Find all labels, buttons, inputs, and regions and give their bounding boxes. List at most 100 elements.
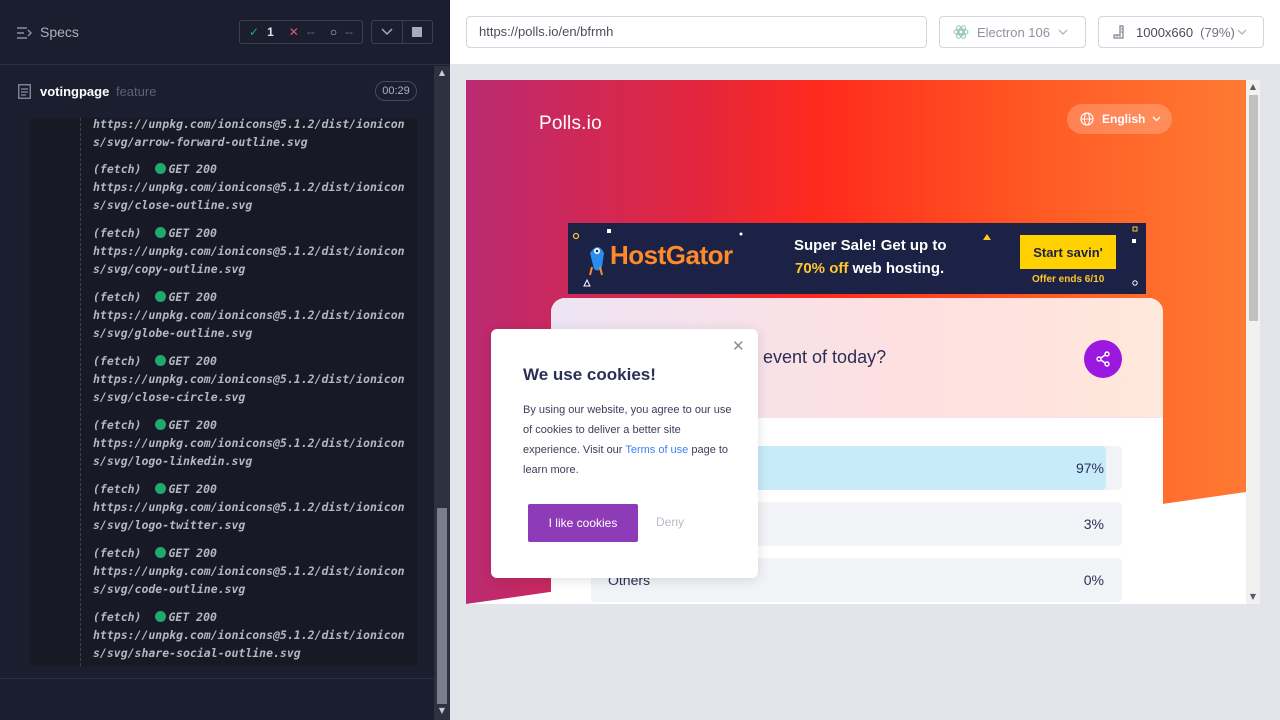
chevron-down-button[interactable]	[372, 21, 402, 43]
log-entry[interactable]: (fetch) GET 200 https://unpkg.com/ionicons…	[93, 160, 417, 214]
log-header: (fetch) GET 200	[93, 608, 417, 626]
viewport-selector[interactable]: 1000x660 (79%)	[1098, 16, 1264, 48]
log-url-line1: https://unpkg.com/ionicons@5.1.2/dist/io…	[93, 436, 405, 450]
poll-option-percent: 3%	[1083, 516, 1104, 532]
scroll-up-icon[interactable]: ▲	[436, 68, 448, 78]
status-dot-icon	[155, 611, 167, 622]
share-icon	[1096, 351, 1110, 367]
log-header: (fetch) GET 200	[93, 416, 417, 434]
log-entry[interactable]: (fetch) GET 200 https://unpkg.com/ionicons…	[93, 288, 417, 342]
ad-offer-ends: Offer ends 6/10	[1032, 274, 1105, 285]
poll-option-percent: 0%	[1083, 572, 1104, 588]
failed-count: --	[306, 25, 315, 39]
runner-footer-divider	[0, 678, 434, 679]
accept-cookies-button[interactable]: I like cookies	[528, 504, 638, 542]
ad-banner[interactable]: HostGator Super Sale! Get up to 70% off …	[568, 223, 1146, 294]
log-entry[interactable]: (fetch) GET 200 https://unpkg.com/ionicons…	[93, 224, 417, 278]
log-url-line2: s/svg/logo-twitter.svg	[93, 518, 246, 532]
log-header: (fetch) GET 200	[93, 224, 417, 242]
command-log[interactable]: https://unpkg.com/ionicons@5.1.2/dist/io…	[30, 118, 417, 666]
log-url-line2: s/svg/code-outline.svg	[93, 582, 246, 596]
log-status: GET 200	[168, 226, 217, 240]
site-logo[interactable]: Polls.io	[539, 113, 602, 135]
log-url-line2: s/svg/close-outline.svg	[93, 198, 253, 212]
runner-panel: Specs ✓ 1 ✕ -- ○ -- votingpage feature 0…	[0, 0, 450, 720]
app-scroll-up-icon[interactable]: ▲	[1247, 82, 1259, 92]
status-dot-icon	[155, 227, 167, 238]
log-entry[interactable]: (fetch) GET 200 https://unpkg.com/ionicons…	[93, 544, 417, 598]
scroll-down-icon[interactable]: ▼	[436, 706, 448, 716]
log-url-line1: https://unpkg.com/ionicons@5.1.2/dist/io…	[93, 564, 405, 578]
runner-controls	[371, 20, 433, 44]
globe-icon	[1080, 112, 1094, 126]
specs-label[interactable]: Specs	[40, 24, 79, 40]
log-status: GET 200	[168, 354, 217, 368]
log-url-line1: https://unpkg.com/ionicons@5.1.2/dist/io…	[93, 118, 405, 131]
failed-stat: ✕ --	[289, 25, 315, 39]
spec-row[interactable]: votingpage feature 00:29	[0, 66, 434, 120]
specs-list-icon[interactable]	[16, 25, 32, 41]
poll-option-percent: 97%	[1075, 460, 1104, 476]
log-url-line2: s/svg/arrow-forward-outline.svg	[93, 135, 308, 149]
chevron-down-icon	[1152, 116, 1161, 122]
status-dot-icon	[155, 419, 167, 430]
terms-of-use-link[interactable]: Terms of use	[625, 444, 688, 456]
poll-question: ite event of today?	[739, 347, 887, 367]
log-entry[interactable]: (fetch) GET 200 https://unpkg.com/ionicons…	[93, 416, 417, 470]
log-prefix: (fetch)	[93, 226, 142, 240]
duration-badge: 00:29	[375, 81, 417, 101]
viewport-zoom: (79%)	[1200, 24, 1235, 40]
log-entry[interactable]: (fetch) GET 200 https://unpkg.com/ionicons…	[93, 480, 417, 534]
log-entry-continuation[interactable]: https://unpkg.com/ionicons@5.1.2/dist/io…	[93, 118, 417, 151]
ad-cta-button[interactable]: Start savin'	[1020, 235, 1116, 269]
log-scrollbar-thumb[interactable]	[437, 508, 447, 704]
app-scrollbar-thumb[interactable]	[1249, 95, 1258, 321]
log-header: (fetch) GET 200	[93, 352, 417, 370]
log-status: GET 200	[168, 610, 217, 624]
log-prefix: (fetch)	[93, 546, 142, 560]
log-prefix: (fetch)	[93, 418, 142, 432]
url-bar[interactable]: https://polls.io/en/bfrmh	[466, 16, 927, 48]
spec-tag: feature	[115, 84, 157, 99]
cookie-dialog: ✕ We use cookies! By using our website, …	[491, 329, 758, 578]
deny-cookies-button[interactable]: Deny	[656, 515, 684, 529]
log-header: (fetch) GET 200	[93, 288, 417, 306]
viewport-size: 1000x660	[1136, 24, 1194, 40]
log-guide-line	[80, 118, 81, 666]
ad-logo: HostGator	[610, 240, 733, 270]
log-header: (fetch) GET 200	[93, 544, 417, 562]
status-dot-icon	[155, 547, 167, 558]
spec-name: votingpage feature	[40, 84, 156, 99]
log-url-line1: https://unpkg.com/ionicons@5.1.2/dist/io…	[93, 628, 405, 642]
ruler-icon	[1113, 25, 1124, 39]
runner-header: Specs ✓ 1 ✕ -- ○ --	[0, 0, 450, 65]
check-icon: ✓	[249, 25, 260, 39]
passed-count: 1	[267, 25, 274, 39]
log-status: GET 200	[168, 418, 217, 432]
language-selector[interactable]: English	[1067, 104, 1172, 134]
status-dot-icon	[155, 355, 167, 366]
pending-stat: ○ --	[330, 25, 353, 39]
run-stats: ✓ 1 ✕ -- ○ --	[239, 20, 363, 44]
aut-header: https://polls.io/en/bfrmh Electron 106 1…	[450, 0, 1280, 64]
status-dot-icon	[155, 163, 167, 174]
status-dot-icon	[155, 483, 167, 494]
log-header: (fetch) GET 200	[93, 160, 417, 178]
app-scroll-down-icon[interactable]: ▼	[1247, 592, 1259, 602]
share-button[interactable]	[1084, 340, 1122, 378]
chevron-down-icon	[1237, 29, 1247, 35]
log-url-line2: s/svg/close-circle.svg	[93, 390, 246, 404]
log-entry[interactable]: (fetch) GET 200 https://unpkg.com/ionicons…	[93, 352, 417, 406]
log-entry[interactable]: (fetch) GET 200 https://unpkg.com/ionicons…	[93, 608, 417, 662]
electron-icon	[953, 25, 969, 39]
browser-selector[interactable]: Electron 106	[939, 16, 1086, 48]
log-prefix: (fetch)	[93, 482, 142, 496]
language-label: English	[1102, 112, 1146, 126]
ad-subline-rest: web hosting.	[848, 260, 945, 277]
close-icon[interactable]: ✕	[732, 337, 745, 355]
chevron-down-icon	[381, 28, 393, 36]
stop-button[interactable]	[401, 21, 432, 43]
log-status: GET 200	[168, 546, 217, 560]
cookie-title: We use cookies!	[523, 365, 656, 384]
chevron-down-icon	[1058, 29, 1068, 35]
